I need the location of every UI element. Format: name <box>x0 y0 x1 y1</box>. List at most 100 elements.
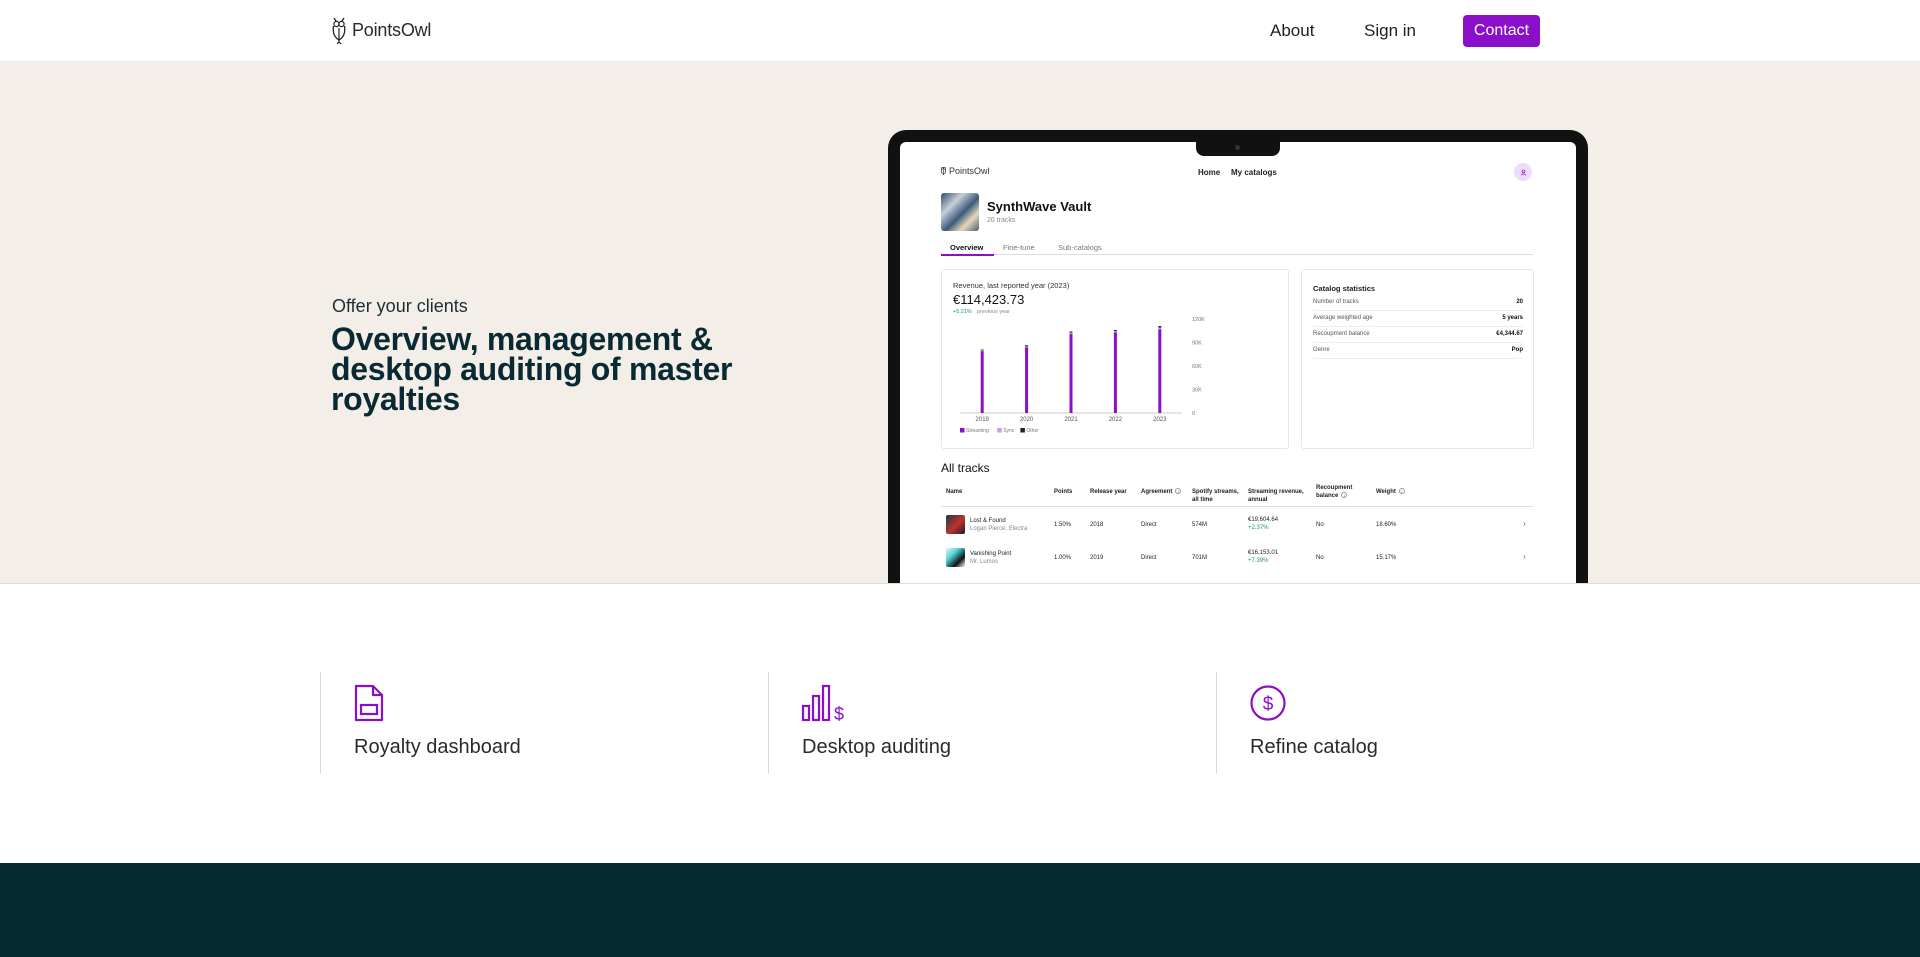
active-tab-indicator <box>941 254 994 256</box>
x-tick-label: 2023 <box>1153 417 1167 423</box>
col-header-streaming-revenue: Streaming revenue, annual <box>1248 489 1304 503</box>
track-name-cell: Vanishing Point Mr. Lumos <box>970 551 1012 565</box>
legend-label: Other <box>1026 428 1039 434</box>
stat-value: 20 <box>1516 299 1523 305</box>
svg-text:$: $ <box>834 704 844 722</box>
col-header-name: Name <box>946 489 963 495</box>
stats-title: Catalog statistics <box>1313 284 1376 293</box>
y-tick-label: 90K <box>1192 341 1202 347</box>
info-icon[interactable]: i <box>1398 488 1405 495</box>
bar-other <box>1113 329 1117 332</box>
tab-fine-tune[interactable]: Fine-tune <box>1003 243 1035 252</box>
feature-label: Desktop auditing <box>802 736 951 758</box>
stat-value: 5 years <box>1502 315 1523 321</box>
col-header-points: Points <box>1054 489 1073 495</box>
nav-link-about[interactable]: About <box>1270 21 1314 41</box>
recoup-cell: No <box>1316 555 1324 561</box>
revenue-bar-chart: 0 30K 60K 90K 120K 2019 2020 2021 2022 2023 Stream… <box>960 317 1205 434</box>
footer-band <box>0 863 1920 957</box>
contact-button[interactable]: Contact <box>1463 15 1540 47</box>
info-icon[interactable]: i <box>1175 488 1182 495</box>
tab-overview[interactable]: Overview <box>950 243 983 252</box>
x-tick-label: 2019 <box>976 417 990 423</box>
bar-sync <box>1113 331 1117 333</box>
info-icon[interactable]: i <box>1341 492 1348 499</box>
bar-streaming <box>1025 347 1029 413</box>
table-row[interactable]: Vanishing Point Mr. Lumos 1.00% 2019 Dire… <box>941 541 1533 574</box>
stat-key: Number of tracks <box>1313 299 1359 305</box>
recoup-cell: No <box>1316 522 1324 528</box>
bar-other <box>980 349 984 351</box>
top-navbar: PointsOwl About Sign in Contact <box>0 0 1920 62</box>
camera-notch <box>1196 142 1280 156</box>
stat-value: €4,344.67 <box>1496 331 1523 337</box>
dollar-circle-icon: $ <box>1250 685 1286 721</box>
app-nav-catalogs[interactable]: My catalogs <box>1231 168 1277 177</box>
legend-swatch <box>960 428 965 433</box>
nav-link-signin[interactable]: Sign in <box>1364 21 1416 41</box>
app-nav-home[interactable]: Home <box>1198 168 1220 177</box>
tab-sub-catalogs[interactable]: Sub-catalogs <box>1058 243 1102 252</box>
col-header-release-year: Release year <box>1090 489 1127 495</box>
weight-cell: 18.60% <box>1376 522 1397 528</box>
stat-row: Genre Pop <box>1313 345 1523 359</box>
catalog-title: SynthWave Vault <box>987 199 1092 214</box>
catalog-cover-image <box>941 193 979 231</box>
year-cell: 2018 <box>1090 522 1104 528</box>
track-name-cell: Lost & Found Logan Pierce, Electra <box>970 518 1028 532</box>
feature-label: Royalty dashboard <box>354 736 521 758</box>
bar-streaming <box>1158 329 1162 413</box>
revenue-cell: €16,153.01 +7.39% <box>1248 550 1279 564</box>
x-tick-label: 2020 <box>1020 417 1034 423</box>
y-tick-label: 120K <box>1192 317 1205 323</box>
table-row[interactable]: Lost & Found Logan Pierce, Electra 1.50% … <box>941 508 1533 541</box>
stat-key: Average weighted age <box>1313 315 1373 321</box>
weight-cell: 15.17% <box>1376 555 1397 561</box>
stat-row: Average weighted age 5 years <box>1313 313 1523 327</box>
year-cell: 2019 <box>1090 555 1104 561</box>
feature-refine-catalog: $ Refine catalog <box>1216 672 1516 774</box>
hero-eyebrow: Offer your clients <box>332 296 468 316</box>
document-icon <box>354 684 384 722</box>
user-avatar-icon[interactable] <box>1514 163 1532 181</box>
col-header-spotify-streams: Spotify streams, all time <box>1192 489 1239 503</box>
bar-streaming <box>980 351 984 413</box>
app-brand-logo: PointsOwl <box>940 164 990 177</box>
chevron-right-icon[interactable]: › <box>1523 552 1526 561</box>
bar-streaming <box>1069 333 1073 413</box>
agreement-cell: Direct <box>1141 522 1157 528</box>
revenue-card: Revenue, last reported year (2023) €114,… <box>941 269 1289 449</box>
bar-sync <box>1158 327 1162 330</box>
stat-value: Pop <box>1511 347 1523 353</box>
brand-logo[interactable]: PointsOwl <box>330 14 431 46</box>
col-header-agreement: Agreement i <box>1141 488 1182 496</box>
bar-sync <box>980 350 984 352</box>
points-cell: 1.50% <box>1054 522 1072 528</box>
feature-desktop-auditing: $ Desktop auditing <box>768 672 1068 774</box>
x-tick-label: 2021 <box>1064 417 1078 423</box>
chevron-right-icon[interactable]: › <box>1523 519 1526 528</box>
points-cell: 1.00% <box>1054 555 1072 561</box>
brand-name: PointsOwl <box>352 19 432 40</box>
x-tick-label: 2022 <box>1109 417 1123 423</box>
feature-label: Refine catalog <box>1250 736 1378 758</box>
owl-logo-icon <box>940 166 947 176</box>
laptop-mockup: PointsOwl Home My catalogs SynthWave Vau… <box>888 130 1588 583</box>
track-cover-image <box>946 515 965 534</box>
agreement-cell: Direct <box>1141 555 1157 561</box>
bar-sync <box>1069 332 1073 334</box>
revenue-cell: €19,604.64 +2.37% <box>1248 517 1279 531</box>
legend-swatch <box>1020 428 1025 433</box>
y-tick-label: 30K <box>1192 388 1202 394</box>
table-header-divider <box>941 506 1533 507</box>
app-brand-name: PointsOwl <box>949 165 990 176</box>
streams-cell: 701M <box>1192 555 1208 561</box>
bar-other <box>1158 326 1162 328</box>
stat-row: Recoupment balance €4,344.67 <box>1313 329 1523 343</box>
catalog-subtitle: 20 tracks <box>987 217 1016 224</box>
y-tick-label: 60K <box>1192 364 1202 370</box>
bar-other <box>1069 331 1073 333</box>
hero-section: Offer your clients Overview, management … <box>0 62 1920 584</box>
all-tracks-heading: All tracks <box>941 461 990 475</box>
feature-royalty-dashboard: Royalty dashboard <box>320 672 620 774</box>
